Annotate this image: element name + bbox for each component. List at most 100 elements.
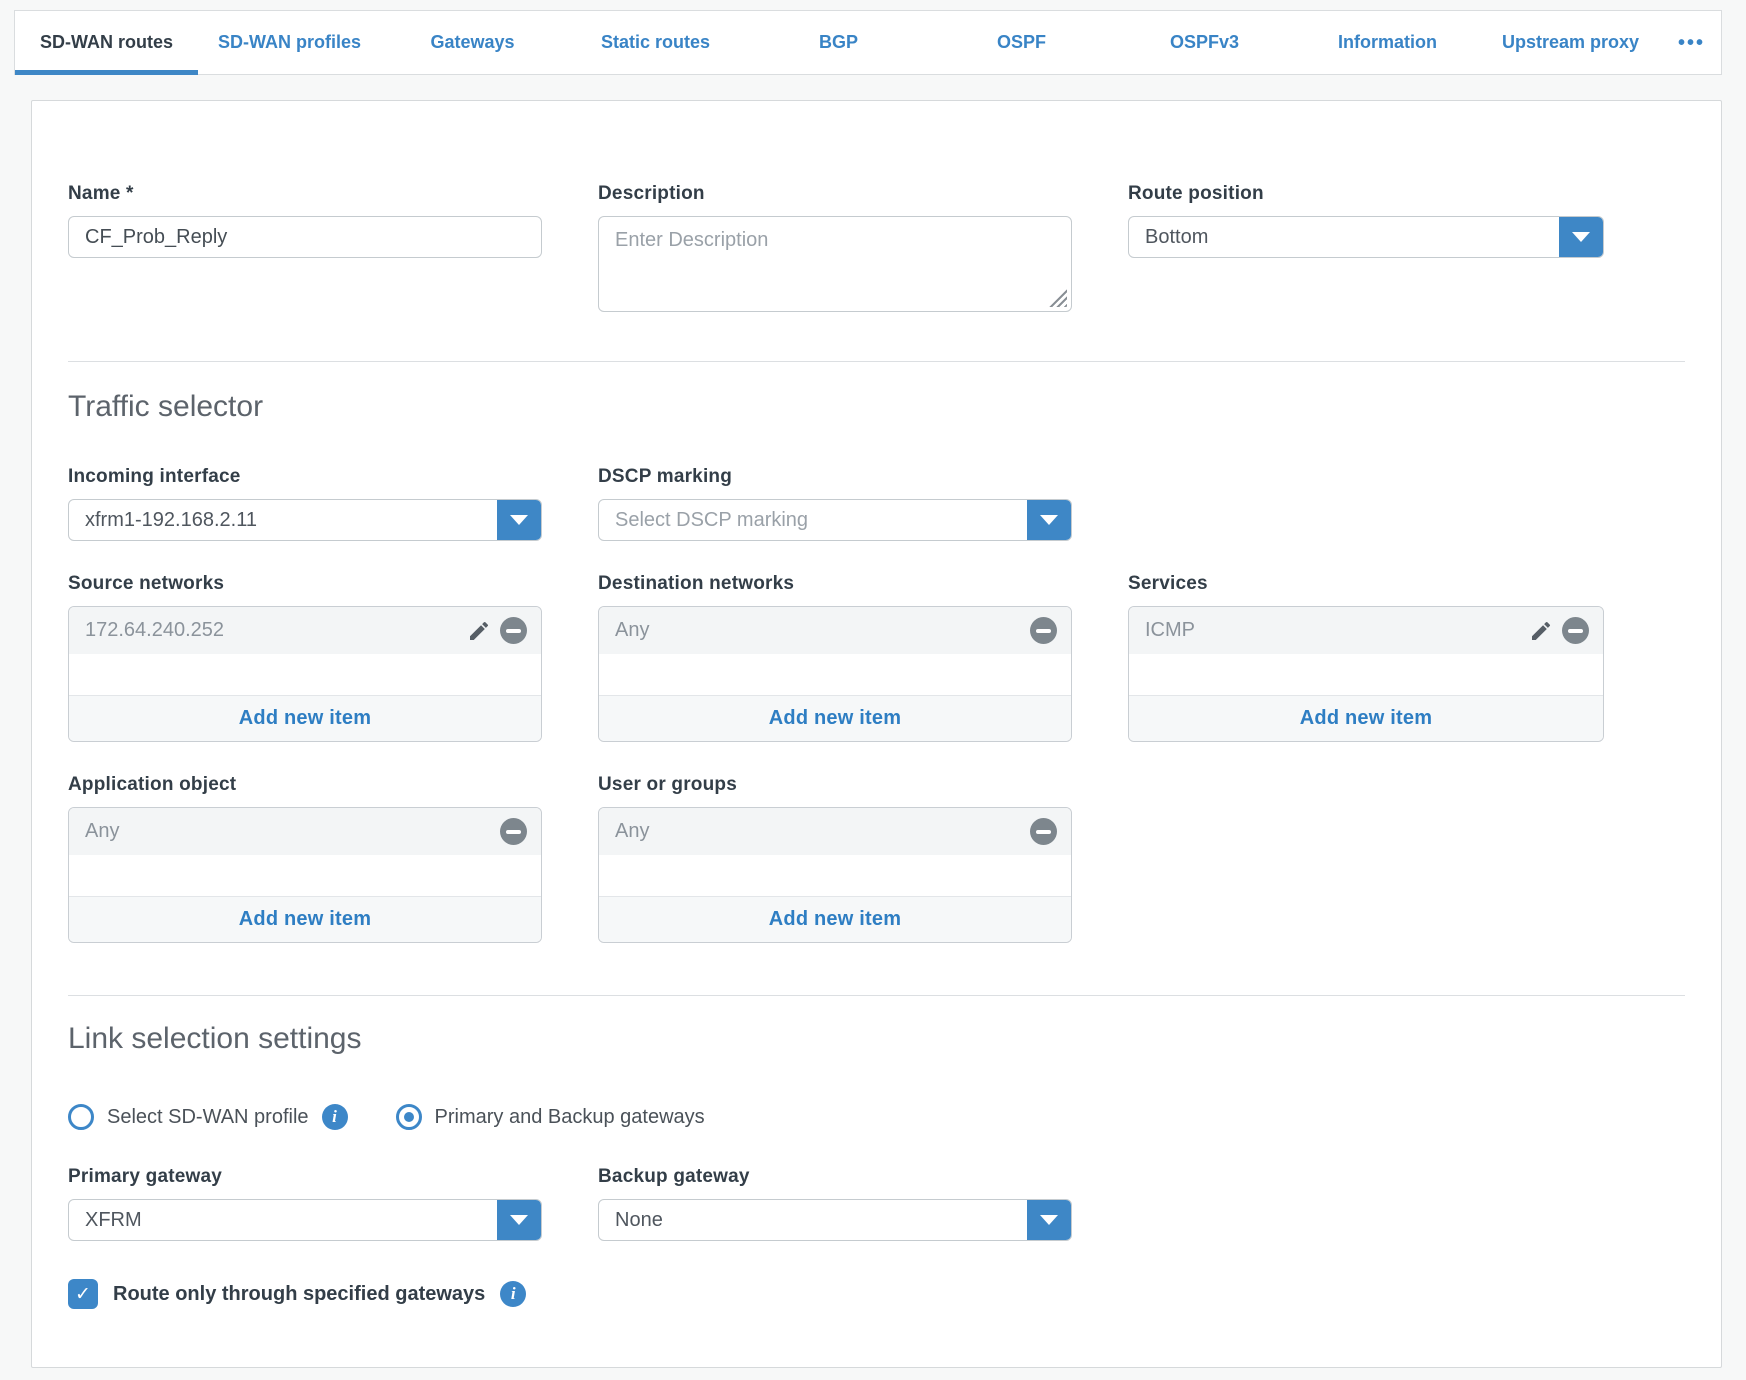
more-tabs-button[interactable]: •••	[1662, 11, 1721, 74]
add-new-item-button[interactable]: Add new item	[1129, 695, 1603, 741]
chevron-down-icon[interactable]	[497, 500, 541, 540]
info-icon[interactable]: i	[322, 1104, 348, 1130]
name-input[interactable]	[68, 216, 542, 258]
edit-icon[interactable]	[466, 618, 492, 644]
listbox-filler	[599, 855, 1071, 896]
primary-gateway-value: XFRM	[69, 1200, 497, 1240]
tab-label: Upstream proxy	[1502, 32, 1639, 53]
route-position-select[interactable]: Bottom	[1128, 216, 1604, 258]
primary-gateway-label: Primary gateway	[68, 1166, 542, 1188]
radio-label: Primary and Backup gateways	[435, 1106, 705, 1129]
radio-group-primary-backup: Primary and Backup gateways	[396, 1104, 705, 1130]
incoming-interface-select[interactable]: xfrm1-192.168.2.11	[68, 499, 542, 541]
incoming-interface-field-group: Incoming interface xfrm1-192.168.2.11	[68, 466, 542, 541]
list-item: Any	[69, 808, 541, 855]
chevron-down-icon[interactable]	[1559, 217, 1603, 257]
list-item: Any	[599, 808, 1071, 855]
tab-upstream-proxy[interactable]: Upstream proxy	[1479, 11, 1662, 74]
listbox-filler	[599, 654, 1071, 695]
divider	[68, 361, 1685, 362]
backup-gateway-field-group: Backup gateway None	[598, 1166, 1072, 1241]
backup-gateway-select[interactable]: None	[598, 1199, 1072, 1241]
description-field-group: Description	[598, 183, 1072, 317]
edit-icon[interactable]	[1528, 618, 1554, 644]
tab-bar: SD-WAN routes SD-WAN profiles Gateways S…	[14, 10, 1722, 75]
primary-gateway-select[interactable]: XFRM	[68, 1199, 542, 1241]
remove-icon[interactable]	[1562, 617, 1589, 644]
list-item-text: Any	[615, 820, 1030, 843]
tab-ospfv3[interactable]: OSPFv3	[1113, 11, 1296, 74]
primary-gateway-field-group: Primary gateway XFRM	[68, 1166, 542, 1241]
dscp-marking-label: DSCP marking	[598, 466, 1072, 488]
user-or-groups-group: User or groups Any Add new item	[598, 774, 1072, 943]
radio-select-sdwan-profile[interactable]	[68, 1104, 94, 1130]
tab-gateways[interactable]: Gateways	[381, 11, 564, 74]
tab-information[interactable]: Information	[1296, 11, 1479, 74]
list-item: 172.64.240.252	[69, 607, 541, 654]
tab-label: Information	[1338, 32, 1437, 53]
name-label: Name *	[68, 183, 542, 205]
traffic-selector-heading: Traffic selector	[68, 390, 1685, 424]
route-position-value: Bottom	[1129, 217, 1559, 257]
checkmark-icon: ✓	[75, 1285, 91, 1304]
link-selection-heading: Link selection settings	[68, 1022, 1685, 1056]
user-or-groups-box: Any Add new item	[598, 807, 1072, 943]
tab-sdwan-routes[interactable]: SD-WAN routes	[15, 11, 198, 74]
add-new-item-button[interactable]: Add new item	[69, 896, 541, 942]
info-icon[interactable]: i	[500, 1281, 526, 1307]
tab-label: OSPF	[997, 32, 1046, 53]
backup-gateway-value: None	[599, 1200, 1027, 1240]
backup-gateway-label: Backup gateway	[598, 1166, 1072, 1188]
dscp-marking-placeholder: Select DSCP marking	[599, 500, 1027, 540]
remove-icon[interactable]	[500, 617, 527, 644]
remove-icon[interactable]	[1030, 617, 1057, 644]
description-label: Description	[598, 183, 1072, 205]
list-item: Any	[599, 607, 1071, 654]
list-item-text: 172.64.240.252	[85, 619, 466, 642]
ellipsis-icon: •••	[1678, 33, 1705, 53]
list-item-text: Any	[615, 619, 1030, 642]
route-position-field-group: Route position Bottom	[1128, 183, 1604, 317]
remove-icon[interactable]	[500, 818, 527, 845]
chevron-down-icon[interactable]	[1027, 1200, 1071, 1240]
destination-networks-label: Destination networks	[598, 573, 1072, 595]
application-object-label: Application object	[68, 774, 542, 796]
add-new-item-button[interactable]: Add new item	[69, 695, 541, 741]
tab-label: BGP	[819, 32, 858, 53]
services-box: ICMP Add new item	[1128, 606, 1604, 742]
application-object-box: Any Add new item	[68, 807, 542, 943]
application-object-group: Application object Any Add new item	[68, 774, 542, 943]
divider	[68, 995, 1685, 996]
sdwan-route-form: Name * Description Route position Bottom…	[31, 100, 1722, 1368]
tab-bgp[interactable]: BGP	[747, 11, 930, 74]
radio-primary-backup-gateways[interactable]	[396, 1104, 422, 1130]
add-new-item-button[interactable]: Add new item	[599, 695, 1071, 741]
list-item: ICMP	[1129, 607, 1603, 654]
tab-sdwan-profiles[interactable]: SD-WAN profiles	[198, 11, 381, 74]
listbox-filler	[69, 654, 541, 695]
chevron-down-icon[interactable]	[497, 1200, 541, 1240]
dscp-marking-select[interactable]: Select DSCP marking	[598, 499, 1072, 541]
route-only-checkbox[interactable]: ✓	[68, 1279, 98, 1309]
tab-ospf[interactable]: OSPF	[930, 11, 1113, 74]
add-new-item-button[interactable]: Add new item	[599, 896, 1071, 942]
listbox-filler	[69, 855, 541, 896]
list-item-text: ICMP	[1145, 619, 1528, 642]
tab-label: Gateways	[430, 32, 514, 53]
radio-group-sdwan-profile: Select SD-WAN profile i	[68, 1104, 348, 1130]
name-field-group: Name *	[68, 183, 542, 317]
incoming-interface-value: xfrm1-192.168.2.11	[69, 500, 497, 540]
source-networks-group: Source networks 172.64.240.252 Add new i…	[68, 573, 542, 742]
chevron-down-icon[interactable]	[1027, 500, 1071, 540]
user-or-groups-label: User or groups	[598, 774, 1072, 796]
dscp-marking-field-group: DSCP marking Select DSCP marking	[598, 466, 1072, 541]
tab-label: SD-WAN profiles	[218, 32, 361, 53]
services-label: Services	[1128, 573, 1604, 595]
destination-networks-group: Destination networks Any Add new item	[598, 573, 1072, 742]
source-networks-box: 172.64.240.252 Add new item	[68, 606, 542, 742]
remove-icon[interactable]	[1030, 818, 1057, 845]
services-group: Services ICMP Add new item	[1128, 573, 1604, 742]
tab-static-routes[interactable]: Static routes	[564, 11, 747, 74]
description-textarea[interactable]	[598, 216, 1072, 312]
listbox-filler	[1129, 654, 1603, 695]
